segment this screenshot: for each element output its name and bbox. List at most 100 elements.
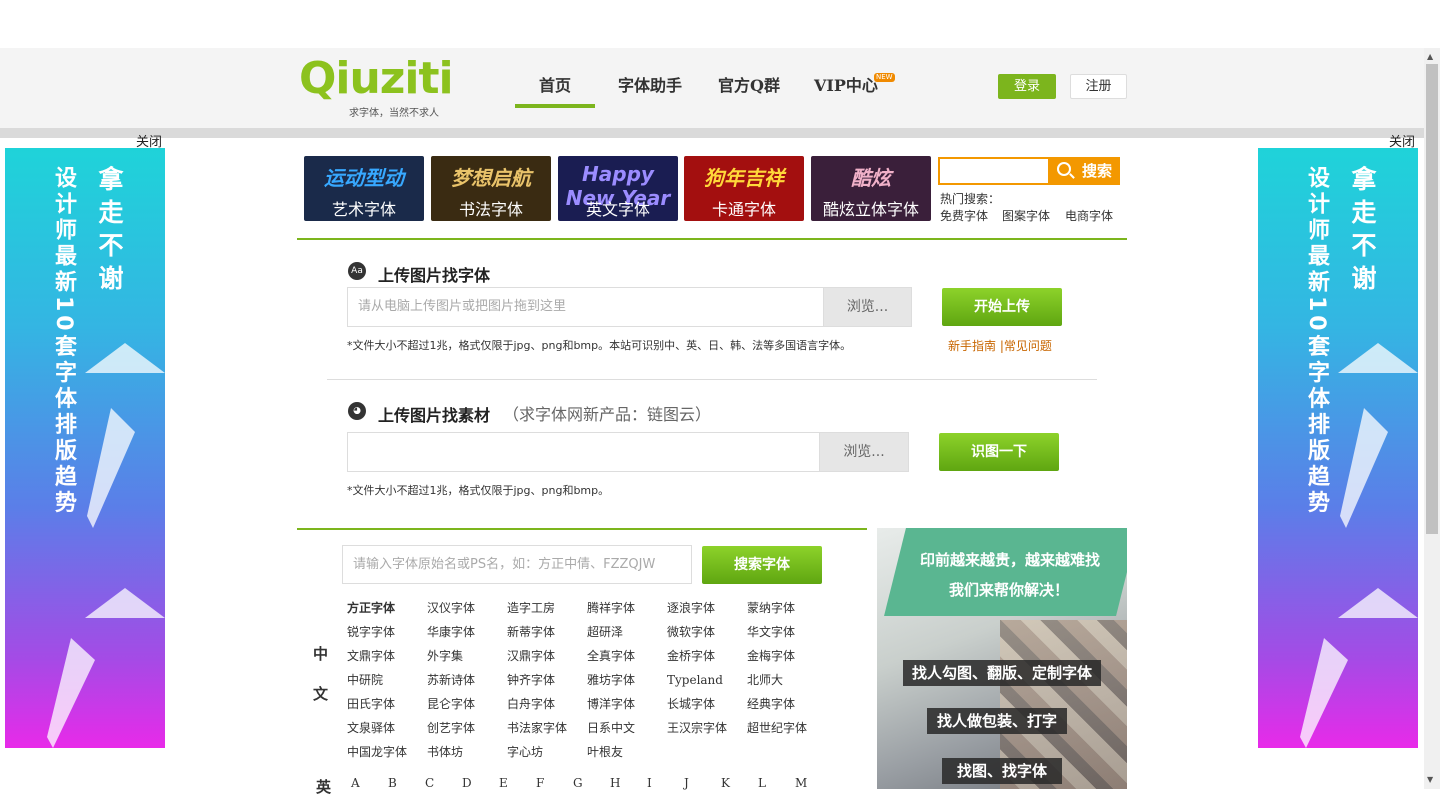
font-brand-link[interactable]: 全真字体: [587, 646, 667, 670]
font-brand-link[interactable]: 长城字体: [667, 694, 747, 718]
image-search-icon: ◕: [348, 402, 366, 420]
font-brand-link[interactable]: 苏新诗体: [427, 670, 507, 694]
font-brand-link[interactable]: 日系中文: [587, 718, 667, 742]
hot-search-link[interactable]: 电商字体: [1065, 207, 1113, 224]
hot-search-link[interactable]: 图案字体: [1002, 207, 1050, 224]
font-brand-link[interactable]: 昆仑字体: [427, 694, 507, 718]
letter-index-link[interactable]: F: [536, 776, 573, 790]
font-brand-link[interactable]: 叶根友: [587, 742, 667, 766]
scroll-up-icon[interactable]: ▲: [1427, 52, 1433, 61]
font-brand-link[interactable]: 金桥字体: [667, 646, 747, 670]
category-banner[interactable]: Happy New Year 英文字体: [558, 156, 678, 221]
font-brand-link[interactable]: 逐浪字体: [667, 598, 747, 622]
font-brand-link[interactable]: 王汉宗字体: [667, 718, 747, 742]
letter-index-link[interactable]: J: [684, 776, 721, 790]
font-brand-link[interactable]: 文鼎字体: [347, 646, 427, 670]
font-brand-link[interactable]: 超世纪字体: [747, 718, 827, 742]
upload-material-subtitle: （求字体网新产品：链图云）: [503, 405, 712, 424]
font-brand-link[interactable]: 中国龙字体: [347, 742, 427, 766]
font-brand-link[interactable]: 字心坊: [507, 742, 587, 766]
english-section-label: 英: [316, 778, 332, 796]
ad-slogan-sub: 设计师最新10套字体排版趋势: [51, 166, 76, 517]
nav-home[interactable]: 首页: [515, 72, 595, 108]
material-upload-field[interactable]: [347, 432, 820, 472]
letter-index-link[interactable]: L: [758, 776, 795, 790]
font-brand-link[interactable]: 创艺字体: [427, 718, 507, 742]
category-banner[interactable]: 梦想启航 书法字体: [431, 156, 551, 221]
site-search-input[interactable]: [938, 157, 1050, 185]
font-brand-link[interactable]: 汉仪字体: [427, 598, 507, 622]
font-brand-link[interactable]: Typeland: [667, 670, 747, 694]
category-banner[interactable]: 运动型动 艺术字体: [304, 156, 424, 221]
start-upload-button[interactable]: 开始上传: [942, 288, 1062, 326]
material-browse-button[interactable]: 浏览...: [819, 432, 909, 472]
font-brand-link[interactable]: 田氏字体: [347, 694, 427, 718]
login-button[interactable]: 登录: [998, 74, 1056, 99]
font-brand-link[interactable]: 华康字体: [427, 622, 507, 646]
font-brand-link[interactable]: 书法家字体: [507, 718, 587, 742]
font-brand-link[interactable]: 金梅字体: [747, 646, 827, 670]
font-brand-link[interactable]: 汉鼎字体: [507, 646, 587, 670]
font-name-search-input[interactable]: 请输入字体原始名或PS名，如：方正中倩、FZZQJW: [342, 545, 692, 584]
font-brand-link[interactable]: 外字集: [427, 646, 507, 670]
font-brand-link[interactable]: 微软字体: [667, 622, 747, 646]
nav-font-helper[interactable]: 字体助手: [618, 72, 682, 96]
letter-index-link[interactable]: C: [425, 776, 462, 790]
font-brand-link[interactable]: 超研泽: [587, 622, 667, 646]
font-brand-link[interactable]: 北师大: [747, 670, 827, 694]
font-brand-link[interactable]: 文泉驿体: [347, 718, 427, 742]
font-brand-link[interactable]: 方正字体: [347, 598, 427, 622]
promo-line-1: 印前越来越贵，越来越难找: [920, 551, 1101, 569]
letter-index-link[interactable]: H: [610, 776, 647, 790]
register-button[interactable]: 注册: [1070, 74, 1127, 99]
font-brand-link[interactable]: 锐字字体: [347, 622, 427, 646]
font-brand-link[interactable]: 书体坊: [427, 742, 507, 766]
font-brand-link[interactable]: 中研院: [347, 670, 427, 694]
right-side-ad[interactable]: 拿走不谢 设计师最新10套字体排版趋势: [1258, 148, 1418, 748]
font-brand-link[interactable]: 华文字体: [747, 622, 827, 646]
promo-tag-find-font[interactable]: 找图、找字体: [942, 758, 1062, 784]
scrollbar-thumb[interactable]: [1426, 64, 1438, 534]
category-banner[interactable]: 狗年吉祥 卡通字体: [684, 156, 804, 221]
ad-arrow-icon: [1338, 343, 1418, 373]
promo-tag-packaging[interactable]: 找人做包装、打字: [927, 708, 1067, 734]
font-upload-field[interactable]: 请从电脑上传图片或把图片拖到这里: [347, 287, 824, 327]
scroll-down-icon[interactable]: ▼: [1427, 775, 1433, 784]
category-banner[interactable]: 酷炫 酷炫立体字体: [811, 156, 931, 221]
font-brand-link[interactable]: 经典字体: [747, 694, 827, 718]
left-side-ad[interactable]: 拿走不谢 设计师最新10套字体排版趋势: [5, 148, 165, 748]
font-browse-button[interactable]: 浏览...: [823, 287, 912, 327]
logo-wordmark: Qiuziti: [299, 53, 454, 104]
hot-search-label: 热门搜索：: [940, 192, 1001, 206]
letter-index-link[interactable]: G: [573, 776, 610, 790]
site-logo[interactable]: Qiuziti 求字体，当然不求人: [299, 53, 469, 120]
font-brand-link[interactable]: 造字工房: [507, 598, 587, 622]
font-brand-link[interactable]: 博洋字体: [587, 694, 667, 718]
ad-arrow-icon: [1300, 638, 1348, 748]
letter-index-link[interactable]: M: [795, 776, 832, 790]
nav-qq-group[interactable]: 官方Q群: [718, 72, 780, 96]
new-badge: NEW: [874, 73, 895, 82]
letter-index-link[interactable]: K: [721, 776, 758, 790]
promo-line-2: 我们来帮你解决！: [949, 581, 1070, 599]
recognize-image-button[interactable]: 识图一下: [939, 433, 1059, 471]
font-brand-link[interactable]: 雅坊字体: [587, 670, 667, 694]
nav-vip-center[interactable]: VIP中心: [814, 72, 878, 96]
letter-index-link[interactable]: I: [647, 776, 684, 790]
promo-tag-custom-font[interactable]: 找人勾图、翻版、定制字体: [903, 660, 1101, 686]
font-brand-link[interactable]: 钟齐字体: [507, 670, 587, 694]
letter-index-link[interactable]: B: [388, 776, 425, 790]
search-font-button[interactable]: 搜索字体: [702, 546, 822, 584]
letter-index-link[interactable]: D: [462, 776, 499, 790]
hot-search-link[interactable]: 免费字体: [940, 207, 988, 224]
header-divider: [0, 128, 1424, 138]
font-brand-link[interactable]: 腾祥字体: [587, 598, 667, 622]
ad-arrow-icon: [1338, 588, 1418, 618]
letter-index-link[interactable]: E: [499, 776, 536, 790]
font-brand-link[interactable]: 白舟字体: [507, 694, 587, 718]
upload-material-title: 上传图片找素材: [378, 406, 491, 425]
font-brand-link[interactable]: 新蒂字体: [507, 622, 587, 646]
letter-index-link[interactable]: A: [351, 776, 388, 790]
help-links[interactable]: 新手指南 |常见问题: [948, 337, 1052, 354]
font-brand-link[interactable]: 蒙纳字体: [747, 598, 827, 622]
